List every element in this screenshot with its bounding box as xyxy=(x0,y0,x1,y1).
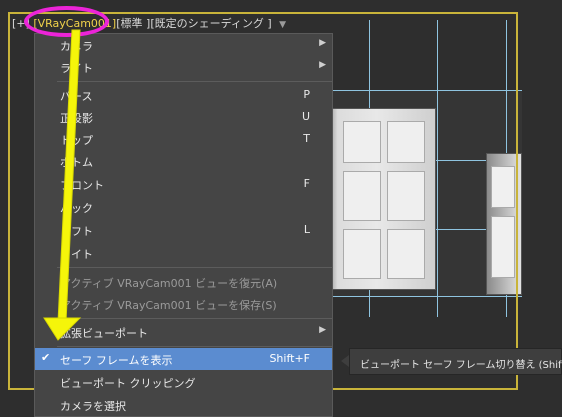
menu-separator xyxy=(57,81,332,82)
menu-separator xyxy=(57,267,332,268)
menu-item-cameras[interactable]: カメラ ▶ xyxy=(35,34,332,56)
menu-item-show-safe-frame[interactable]: ✔ セーフ フレームを表示 Shift+F xyxy=(35,348,332,370)
tooltip-pointer xyxy=(341,355,349,367)
submenu-arrow-icon: ▶ xyxy=(319,38,326,48)
submenu-arrow-icon: ▶ xyxy=(319,60,326,70)
menu-item-orthographic[interactable]: 正投影 U xyxy=(35,106,332,128)
annotation-ellipse xyxy=(24,6,109,37)
menu-item-top[interactable]: トップ T xyxy=(35,128,332,150)
menu-item-bottom[interactable]: ボトム xyxy=(35,150,332,172)
menu-item-back[interactable]: バック xyxy=(35,196,332,218)
menu-item-viewport-clipping[interactable]: ビューポート クリッピング xyxy=(35,371,332,393)
checkmark-icon: ✔ xyxy=(41,351,51,364)
menu-item-lights[interactable]: ライト ▶ xyxy=(35,56,332,78)
menu-separator xyxy=(57,346,332,347)
menu-item-restore-view: アクティブ VRayCam001 ビューを復元(A) xyxy=(60,277,278,290)
camera-context-menu: カメラ ▶ ライト ▶ パース P 正投影 U トップ T ボトム フロント F… xyxy=(34,33,333,417)
viewport-shading-label[interactable]: [既定のシェーディング ] xyxy=(150,17,271,30)
menu-item-right[interactable]: ライト xyxy=(35,242,332,264)
submenu-arrow-icon: ▶ xyxy=(319,325,326,335)
tooltip: ビューポート セーフ フレーム切り替え (Shift+F) xyxy=(349,348,562,375)
viewport-view-mode[interactable]: [標準 ] xyxy=(116,17,150,30)
menu-item-select-camera[interactable]: カメラを選択 xyxy=(35,394,332,416)
tooltip-text: ビューポート セーフ フレーム切り替え (Shift+F) xyxy=(360,360,562,371)
menu-item-extended-viewports[interactable]: 拡張ビューポート ▶ xyxy=(35,321,332,343)
menu-item-front[interactable]: フロント F xyxy=(35,173,332,195)
menu-separator xyxy=(57,318,332,319)
menu-item-perspective[interactable]: パース P xyxy=(35,84,332,106)
menu-item-left[interactable]: レフト L xyxy=(35,219,332,241)
menu-item-save-view: アクティブ VRayCam001 ビューを保存(S) xyxy=(60,299,277,312)
funnel-icon[interactable]: ▼ xyxy=(279,20,286,30)
